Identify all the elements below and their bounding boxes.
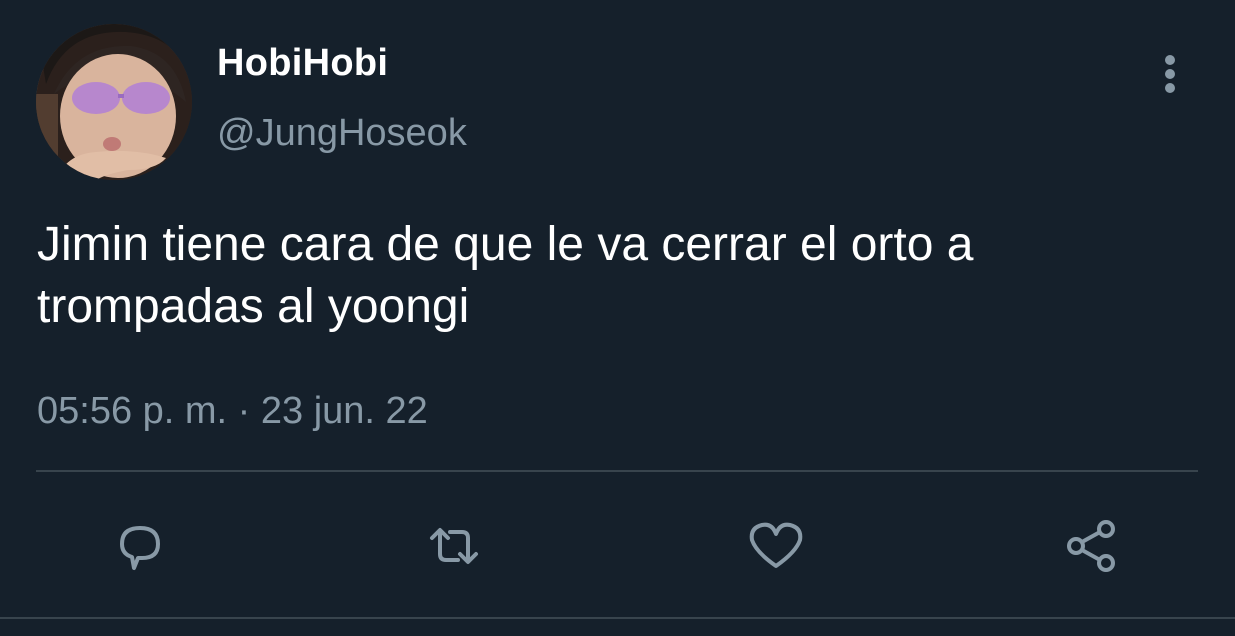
tweet-text: Jimin tiene cara de que le va cerrar el … [37, 218, 974, 333]
like-button[interactable] [746, 516, 806, 576]
author-display-name[interactable]: HobiHobi [217, 42, 388, 85]
heart-icon [749, 522, 803, 568]
more-options-button[interactable] [1152, 52, 1188, 96]
more-vertical-icon [1165, 55, 1175, 93]
share-icon [1067, 520, 1115, 572]
share-button[interactable] [1062, 516, 1122, 576]
profile-photo-icon [36, 24, 192, 180]
avatar[interactable] [36, 24, 192, 180]
bottom-divider [0, 617, 1235, 619]
reply-button[interactable] [110, 516, 170, 576]
retweet-button[interactable] [424, 516, 484, 576]
tweet-timestamp[interactable]: 05:56 p. m. · 23 jun. 22 [37, 390, 428, 433]
retweet-icon [430, 528, 478, 564]
author-handle[interactable]: @JungHoseok [217, 112, 467, 155]
reply-icon [120, 526, 160, 570]
divider [36, 470, 1198, 472]
tweet-card: HobiHobi @JungHoseok Jimin tiene cara de… [0, 0, 1235, 636]
